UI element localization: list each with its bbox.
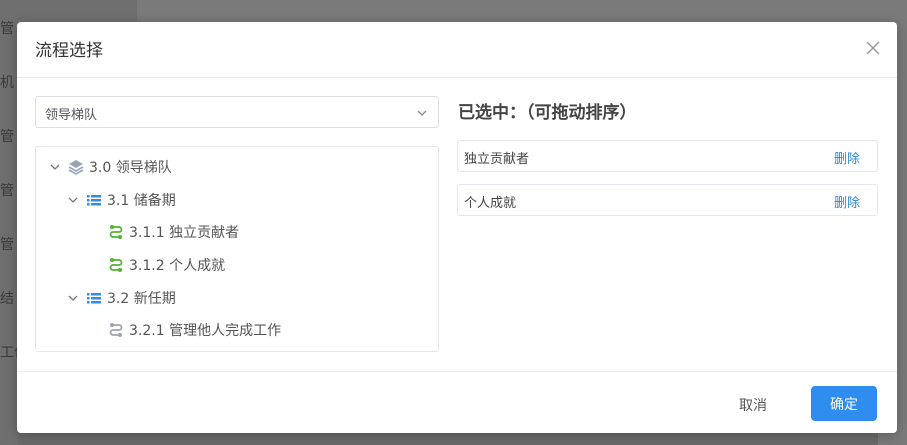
process-icon [109, 225, 123, 239]
selected-item[interactable]: 个人成就 删除 [457, 184, 878, 216]
tree-node-leaf[interactable]: 3.1.1 独立贡献者 [108, 221, 239, 243]
tree-node-root[interactable]: 3.0 领导梯队 [48, 156, 172, 178]
tree-node-label: 3.1.2 个人成就 [129, 258, 226, 274]
confirm-button[interactable]: 确定 [811, 386, 877, 421]
process-select-dialog: 流程选择 领导梯队 3.0 领导梯队 3.1 储备期 3.1.1 独立贡献者 3… [17, 22, 897, 433]
dialog-header: 流程选择 [17, 22, 897, 78]
delete-link[interactable]: 删除 [834, 192, 860, 211]
tree-node-group[interactable]: 3.2 新任期 [66, 287, 176, 309]
select-value: 领导梯队 [45, 108, 98, 123]
selected-item-label: 个人成就 [464, 196, 517, 211]
process-icon [109, 258, 123, 272]
tree-node-label: 3.1 储备期 [107, 193, 176, 209]
chevron-down-icon[interactable] [48, 160, 62, 174]
cancel-button[interactable]: 取消 [739, 395, 767, 415]
tree-node-label: 3.2.1 管理他人完成工作 [129, 323, 282, 339]
selected-item[interactable]: 独立贡献者 删除 [457, 140, 878, 172]
process-tree: 3.0 领导梯队 3.1 储备期 3.1.1 独立贡献者 3.1.2 个人成就 … [35, 146, 439, 352]
process-icon [109, 323, 123, 337]
chevron-down-icon[interactable] [66, 193, 80, 207]
tree-node-leaf[interactable]: 3.1.2 个人成就 [108, 254, 225, 276]
selected-title: 已选中：（可拖动排序） [458, 103, 637, 123]
dialog-footer: 取消 确定 [17, 371, 897, 434]
dialog-title: 流程选择 [35, 41, 103, 61]
tree-node-label: 3.1.1 独立贡献者 [129, 225, 240, 241]
list-icon [87, 293, 101, 304]
delete-link[interactable]: 删除 [834, 148, 860, 167]
chevron-down-icon[interactable] [66, 291, 80, 305]
list-icon [87, 195, 101, 206]
selected-item-label: 独立贡献者 [464, 152, 530, 167]
close-icon[interactable] [865, 40, 881, 56]
layers-icon [68, 160, 84, 175]
category-select[interactable]: 领导梯队 [35, 96, 439, 128]
chevron-down-icon [417, 110, 427, 116]
tree-node-leaf[interactable]: 3.2.1 管理他人完成工作 [108, 319, 281, 341]
tree-node-label: 3.0 领导梯队 [89, 160, 172, 176]
tree-node-group[interactable]: 3.1 储备期 [66, 189, 176, 211]
tree-node-label: 3.2 新任期 [107, 291, 176, 307]
